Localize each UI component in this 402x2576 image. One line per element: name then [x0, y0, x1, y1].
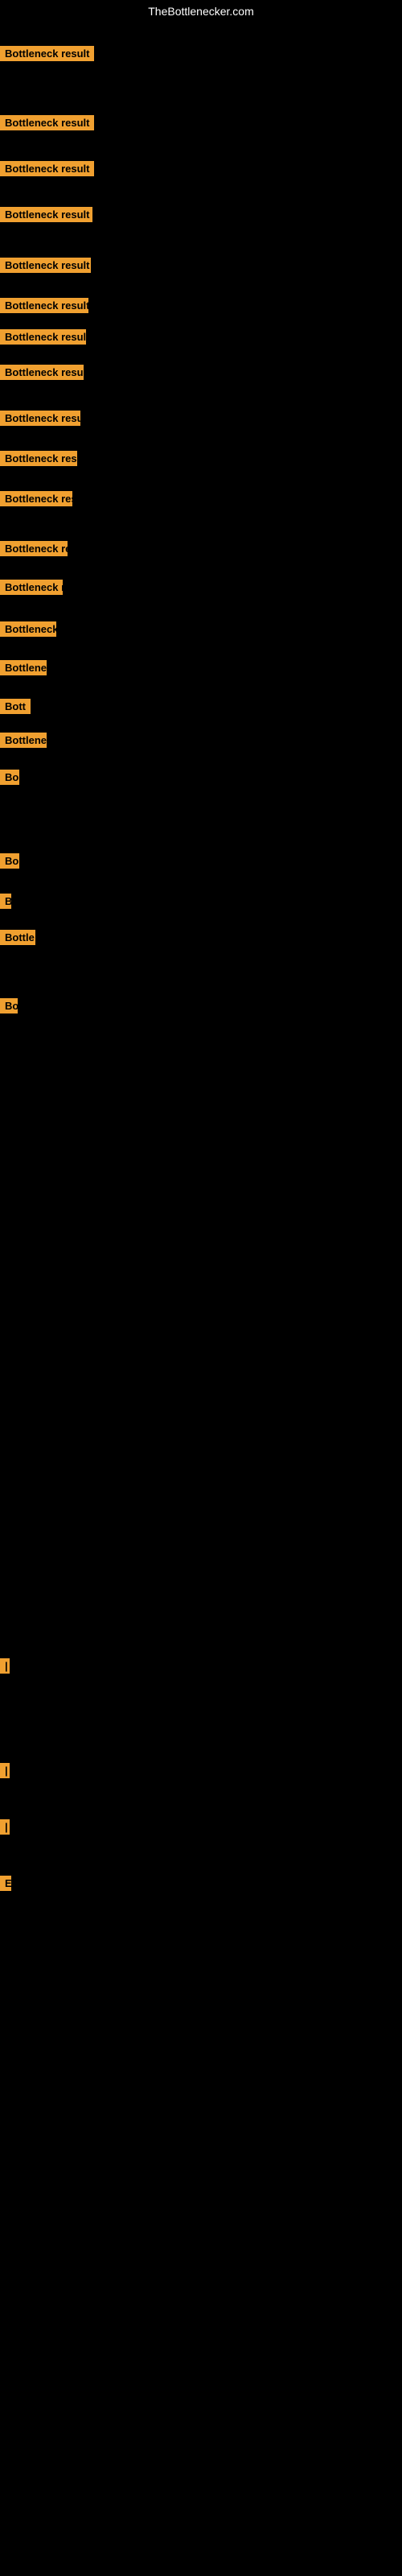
bottleneck-result-label: Bottlenec [0, 733, 47, 748]
bottleneck-result-label: Bottleneck result [0, 365, 84, 380]
bottleneck-result-label: Bottleneck re [0, 621, 56, 637]
bottleneck-result-label: | [0, 1658, 10, 1674]
bottleneck-result-label: Bo [0, 770, 19, 785]
bottleneck-result-label: Bottleneck res [0, 541, 68, 556]
bottleneck-result-label: Bottleneck result [0, 258, 91, 273]
bottleneck-result-label: | [0, 1763, 10, 1778]
bottleneck-result-label: Bo [0, 853, 19, 869]
bottleneck-result-label: Bottleneck result [0, 46, 94, 61]
bottleneck-result-label: Bottle [0, 930, 35, 945]
bottleneck-result-label: Bottleneck result [0, 329, 86, 345]
site-title: TheBottlenecker.com [0, 0, 402, 23]
bottleneck-result-label: E [0, 1876, 11, 1891]
bottleneck-result-label: Bottleneck result [0, 298, 88, 313]
bottleneck-result-label: Bottleneck result [0, 207, 92, 222]
bottleneck-result-label: | [0, 1819, 10, 1835]
bottleneck-result-label: Bottleneck res [0, 491, 72, 506]
bottleneck-result-label: Bottlenec [0, 660, 47, 675]
bottleneck-result-label: Bo [0, 998, 18, 1013]
bottleneck-result-label: Bottleneck result [0, 411, 80, 426]
bottleneck-result-label: B [0, 894, 11, 909]
bottleneck-result-label: Bottleneck res [0, 580, 63, 595]
bottleneck-result-label: Bottleneck result [0, 451, 77, 466]
bottleneck-result-label: Bottleneck result [0, 161, 94, 176]
bottleneck-result-label: Bott [0, 699, 31, 714]
bottleneck-result-label: Bottleneck result [0, 115, 94, 130]
